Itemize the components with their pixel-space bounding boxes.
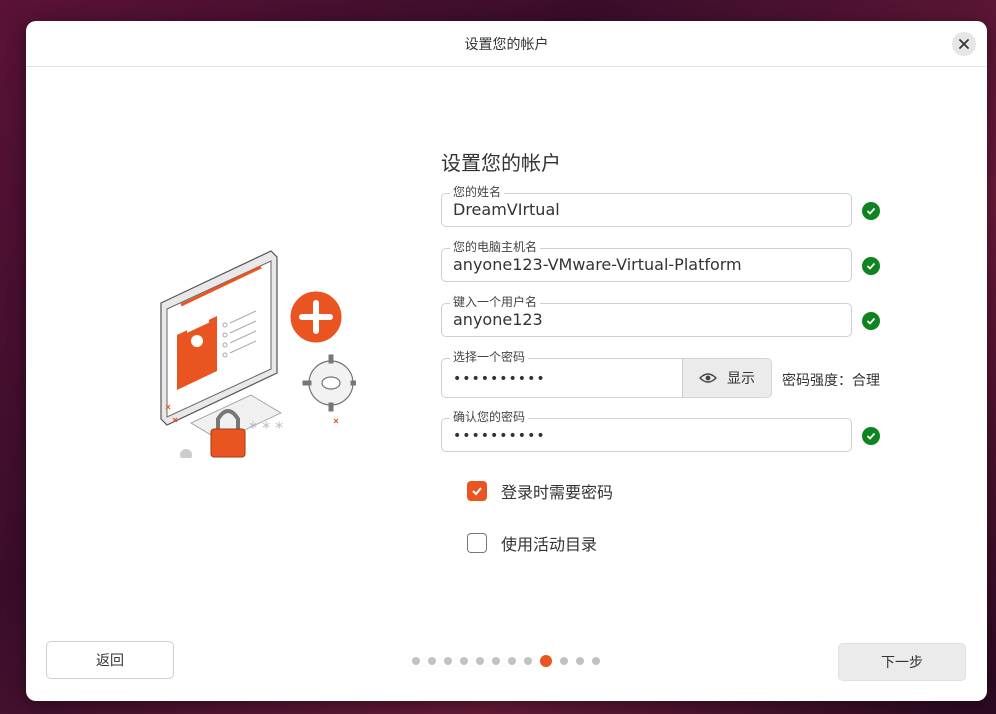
username-label: 键入一个用户名 — [450, 294, 541, 310]
require-password-checkbox[interactable] — [467, 481, 487, 501]
confirm-password-label: 确认您的密码 — [450, 409, 529, 425]
step-dot — [460, 657, 468, 665]
username-field[interactable]: 键入一个用户名 anyone123 — [441, 294, 852, 337]
step-dot — [592, 657, 600, 665]
step-dot — [524, 657, 532, 665]
step-dot — [576, 657, 584, 665]
step-dot — [428, 657, 436, 665]
active-directory-option: 使用活动目录 — [467, 531, 597, 555]
name-field[interactable]: 您的姓名 DreamVIrtual — [441, 184, 852, 227]
window-title: 设置您的帐户 — [464, 36, 549, 53]
password-strength: 密码强度：合理 — [782, 373, 880, 389]
active-directory-label: 使用活动目录 — [501, 535, 598, 554]
password-label: 选择一个密码 — [450, 349, 529, 365]
name-label: 您的姓名 — [450, 184, 505, 200]
account-illustration: * * * — [160, 250, 356, 458]
active-directory-checkbox[interactable] — [467, 533, 487, 553]
hostname-value: anyone123-VMware-Virtual-Platform — [453, 255, 742, 274]
next-button-label: 下一步 — [881, 655, 923, 671]
step-dot — [560, 657, 568, 665]
step-dot-current — [540, 655, 552, 667]
hostname-valid-icon — [862, 257, 880, 275]
name-value: DreamVIrtual — [453, 200, 560, 219]
username-valid-icon — [862, 312, 880, 330]
hostname-field[interactable]: 您的电脑主机名 anyone123-VMware-Virtual-Platfor… — [441, 239, 852, 282]
title-bar: 设置您的帐户 — [26, 21, 987, 67]
installer-window: 设置您的帐户 * * * 设置您的帐户 您的姓名 DreamVIrtual 您的… — [26, 21, 987, 701]
password-value: •••••••••• — [453, 371, 546, 387]
check-icon — [866, 432, 876, 440]
username-value: anyone123 — [453, 310, 543, 329]
name-valid-icon — [862, 202, 880, 220]
back-button[interactable]: 返回 — [46, 641, 174, 679]
next-button[interactable]: 下一步 — [838, 643, 966, 681]
close-button[interactable] — [952, 32, 976, 56]
form-heading: 设置您的帐户 — [441, 151, 561, 175]
check-icon — [866, 262, 876, 270]
step-dot — [444, 657, 452, 665]
step-dot — [412, 657, 420, 665]
svg-text:* * *: * * * — [249, 418, 283, 437]
check-icon — [866, 207, 876, 215]
eye-icon — [699, 373, 717, 383]
step-dot — [508, 657, 516, 665]
step-dot — [476, 657, 484, 665]
require-password-label: 登录时需要密码 — [501, 483, 614, 502]
confirm-password-value: •••••••••• — [453, 428, 546, 444]
confirm-valid-icon — [862, 427, 880, 445]
close-icon — [959, 39, 969, 49]
password-field[interactable]: 选择一个密码 •••••••••• — [441, 349, 683, 398]
hostname-label: 您的电脑主机名 — [450, 239, 541, 255]
back-button-label: 返回 — [96, 653, 124, 669]
confirm-password-field[interactable]: 确认您的密码 •••••••••• — [441, 409, 852, 452]
require-password-option: 登录时需要密码 — [467, 479, 613, 503]
check-icon — [472, 487, 482, 496]
step-dot — [492, 657, 500, 665]
show-password-button[interactable]: 显示 — [682, 358, 772, 398]
show-password-label: 显示 — [727, 371, 755, 387]
step-indicator — [412, 655, 600, 667]
account-form: 设置您的帐户 — [441, 147, 941, 190]
check-icon — [866, 317, 876, 325]
